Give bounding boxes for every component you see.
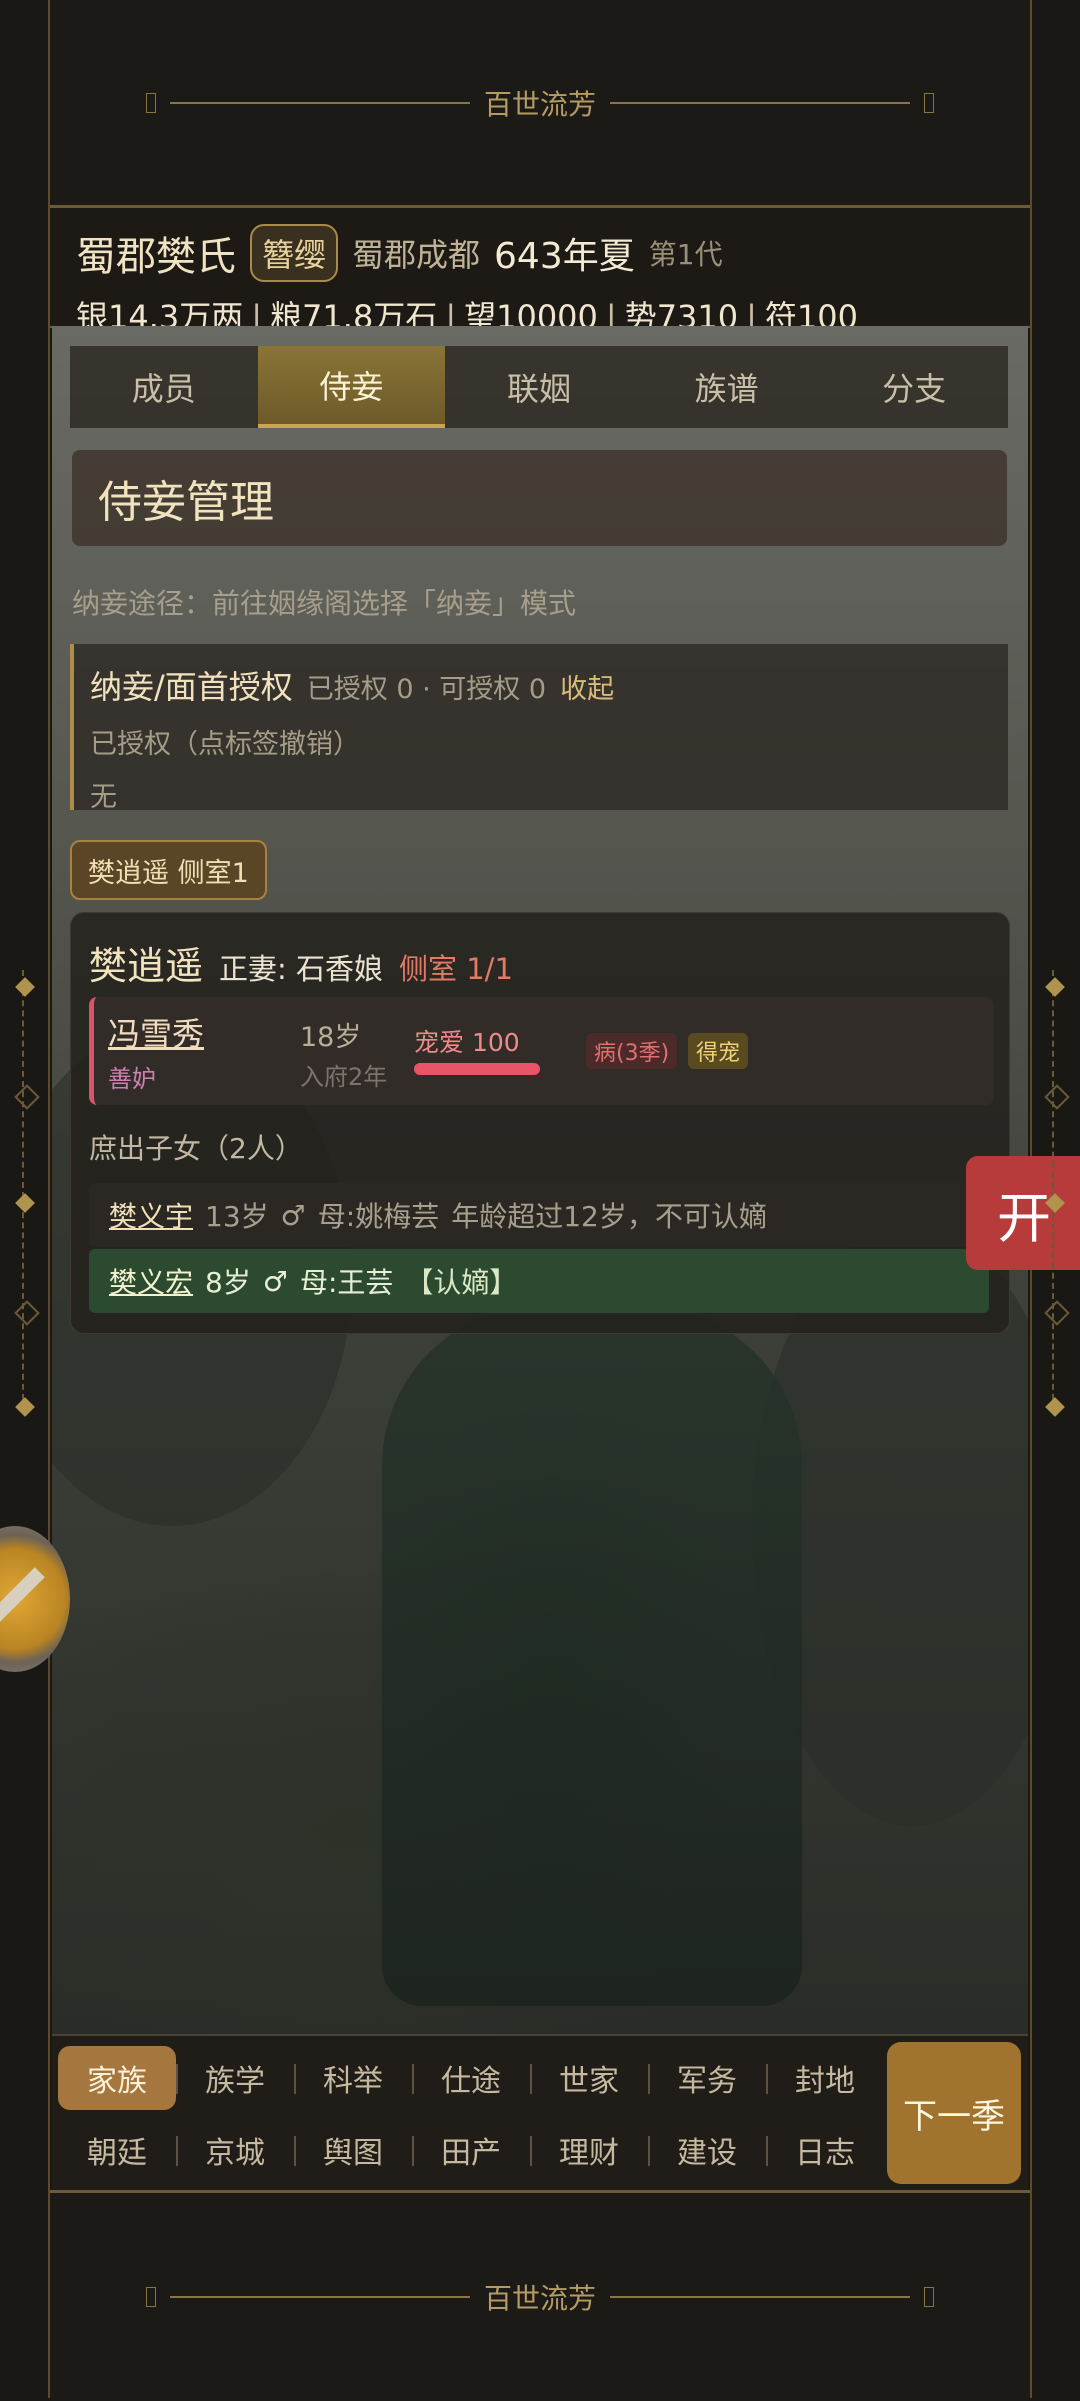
top-banner: 百世流芳 — [50, 0, 1030, 208]
nav-capital[interactable]: 京城 — [176, 2118, 294, 2182]
concubine-card: 樊逍遥 正妻: 石香娘 侧室 1/1 冯雪秀 善妒 18岁 入府2年 宠爱 10… — [70, 912, 1010, 1334]
open-button[interactable]: 开 — [966, 1156, 1080, 1270]
diamond-icon — [15, 1193, 35, 1213]
male-icon: ♂ — [262, 1264, 288, 1298]
sick-tag: 病(3季) — [586, 1033, 678, 1069]
auth-subtitle: 已授权（点标签撤销） — [90, 729, 360, 760]
nav-construction[interactable]: 建设 — [648, 2118, 766, 2182]
nav-career[interactable]: 仕途 — [412, 2046, 530, 2110]
child-row: 樊义宇 13岁 ♂ 母:姚梅芸 年龄超过12岁，不可认嫡 — [89, 1183, 989, 1247]
nav-family[interactable]: 家族 — [58, 2046, 176, 2110]
diamond-icon — [14, 1084, 40, 1110]
diamond-icon — [1044, 1084, 1070, 1110]
banner-title: 百世流芳 — [483, 87, 596, 121]
diamond-icon — [1044, 1300, 1070, 1326]
banner-end-right — [924, 2287, 934, 2307]
tab-members[interactable]: 成员 — [70, 346, 258, 428]
child-name[interactable]: 樊义宏 — [109, 1261, 193, 1301]
spouse-label: 正妻: 石香娘 — [219, 952, 384, 986]
auth-title: 纳妾/面首授权 — [90, 668, 293, 706]
banner-title: 百世流芳 — [483, 2282, 596, 2315]
tab-marriage[interactable]: 联姻 — [445, 346, 633, 428]
authorization-panel: 纳妾/面首授权 已授权 0 · 可授权 0 收起 已授权（点标签撤销） 无 — [70, 644, 1008, 813]
nav-noble-families[interactable]: 世家 — [530, 2046, 648, 2110]
nav-map[interactable]: 舆图 — [294, 2118, 412, 2182]
concubine-hint: 纳妾途径：前往姻缘阁选择「纳妾」模式 — [72, 587, 577, 620]
bottom-banner: 百世流芳 — [50, 2190, 1030, 2401]
nav-imperial-exam[interactable]: 科举 — [294, 2046, 412, 2110]
nav-court[interactable]: 朝廷 — [58, 2118, 176, 2182]
rank-badge[interactable]: 簪缨 — [250, 224, 339, 282]
slash-icon — [0, 1567, 45, 1627]
frame-left-line — [48, 0, 50, 2398]
diamond-icon — [14, 1300, 40, 1326]
nav-military[interactable]: 军务 — [648, 2046, 766, 2110]
children-title: 庶出子女（2人） — [89, 1132, 303, 1165]
tab-concubines[interactable]: 侍妾 — [257, 346, 446, 428]
child-age: 8岁 — [205, 1266, 251, 1299]
child-row: 樊义宏 8岁 ♂ 母:王芸 【认嫡】 — [89, 1249, 989, 1313]
concubine-name[interactable]: 冯雪秀 — [108, 1009, 204, 1055]
bottom-navigation: 家族 族学 科举 仕途 世家 军务 封地 朝廷 京城 舆图 田产 理财 建设 日… — [52, 2034, 1028, 2192]
concubine-trait: 善妒 — [108, 1065, 156, 1093]
banner-line-left — [169, 2296, 470, 2298]
nav-clan-school[interactable]: 族学 — [176, 2046, 294, 2110]
favored-tag: 得宠 — [688, 1033, 749, 1069]
concubine-age: 18岁 — [300, 1022, 362, 1053]
child-note: 年龄超过12岁，不可认嫡 — [451, 1200, 767, 1233]
favor-bar-fill — [414, 1063, 540, 1075]
tab-branches[interactable]: 分支 — [820, 346, 1008, 428]
favor-label: 宠爱 100 — [414, 1028, 520, 1057]
child-mother: 母:姚梅芸 — [317, 1200, 440, 1233]
banner-end-left — [145, 92, 156, 113]
banner-line-right — [610, 2296, 910, 2298]
diamond-icon — [15, 977, 35, 997]
character-figure — [382, 1306, 802, 2006]
tab-genealogy[interactable]: 族谱 — [633, 346, 821, 428]
favor-bar — [414, 1063, 540, 1075]
concubine-row[interactable]: 冯雪秀 善妒 18岁 入府2年 宠爱 100 病(3季) 得宠 — [89, 997, 994, 1105]
child-age: 13岁 — [205, 1200, 269, 1233]
nav-log[interactable]: 日志 — [766, 2118, 884, 2182]
filter-chip[interactable]: 樊逍遥 侧室1 — [70, 840, 267, 900]
next-season-button[interactable]: 下一季 — [887, 2042, 1021, 2184]
diamond-icon — [1045, 1397, 1065, 1417]
nav-fief[interactable]: 封地 — [766, 2046, 884, 2110]
diamond-icon — [1045, 977, 1065, 997]
banner-end-right — [924, 92, 934, 113]
diamond-icon — [15, 1397, 35, 1417]
concubine-count: 侧室 1/1 — [399, 952, 513, 986]
collapse-button[interactable]: 收起 — [560, 667, 614, 706]
right-side-ornament — [1044, 970, 1070, 1417]
date-label: 643年夏 — [494, 236, 635, 277]
banner-end-left — [145, 2287, 156, 2307]
banner-line-left — [169, 101, 470, 104]
recognize-heir-button[interactable]: 【认嫡】 — [405, 1261, 517, 1301]
child-name[interactable]: 樊义宇 — [109, 1195, 193, 1235]
generation-label: 第1代 — [648, 238, 723, 271]
clan-header: 蜀郡樊氏 簪缨 蜀郡成都 643年夏 第1代 银14.3万两 | 粮71.8万石 | 望… — [50, 208, 1030, 336]
child-mother: 母:王芸 — [299, 1266, 394, 1299]
location-label: 蜀郡成都 — [352, 236, 481, 274]
concubine-years: 入府2年 — [300, 1063, 388, 1091]
section-title: 侍妾管理 — [72, 450, 1007, 546]
nav-estates[interactable]: 田产 — [412, 2118, 530, 2182]
auth-empty: 无 — [90, 782, 117, 813]
clan-name: 蜀郡樊氏 — [76, 234, 236, 280]
lord-name[interactable]: 樊逍遥 — [89, 935, 203, 990]
auth-counts: 已授权 0 · 可授权 0 — [306, 674, 547, 705]
tab-bar: 成员 侍妾 联姻 族谱 分支 — [70, 346, 1008, 428]
left-side-ornament — [14, 970, 40, 1417]
banner-line-right — [610, 101, 910, 104]
male-icon: ♂ — [280, 1198, 306, 1232]
nav-finance[interactable]: 理财 — [530, 2118, 648, 2182]
